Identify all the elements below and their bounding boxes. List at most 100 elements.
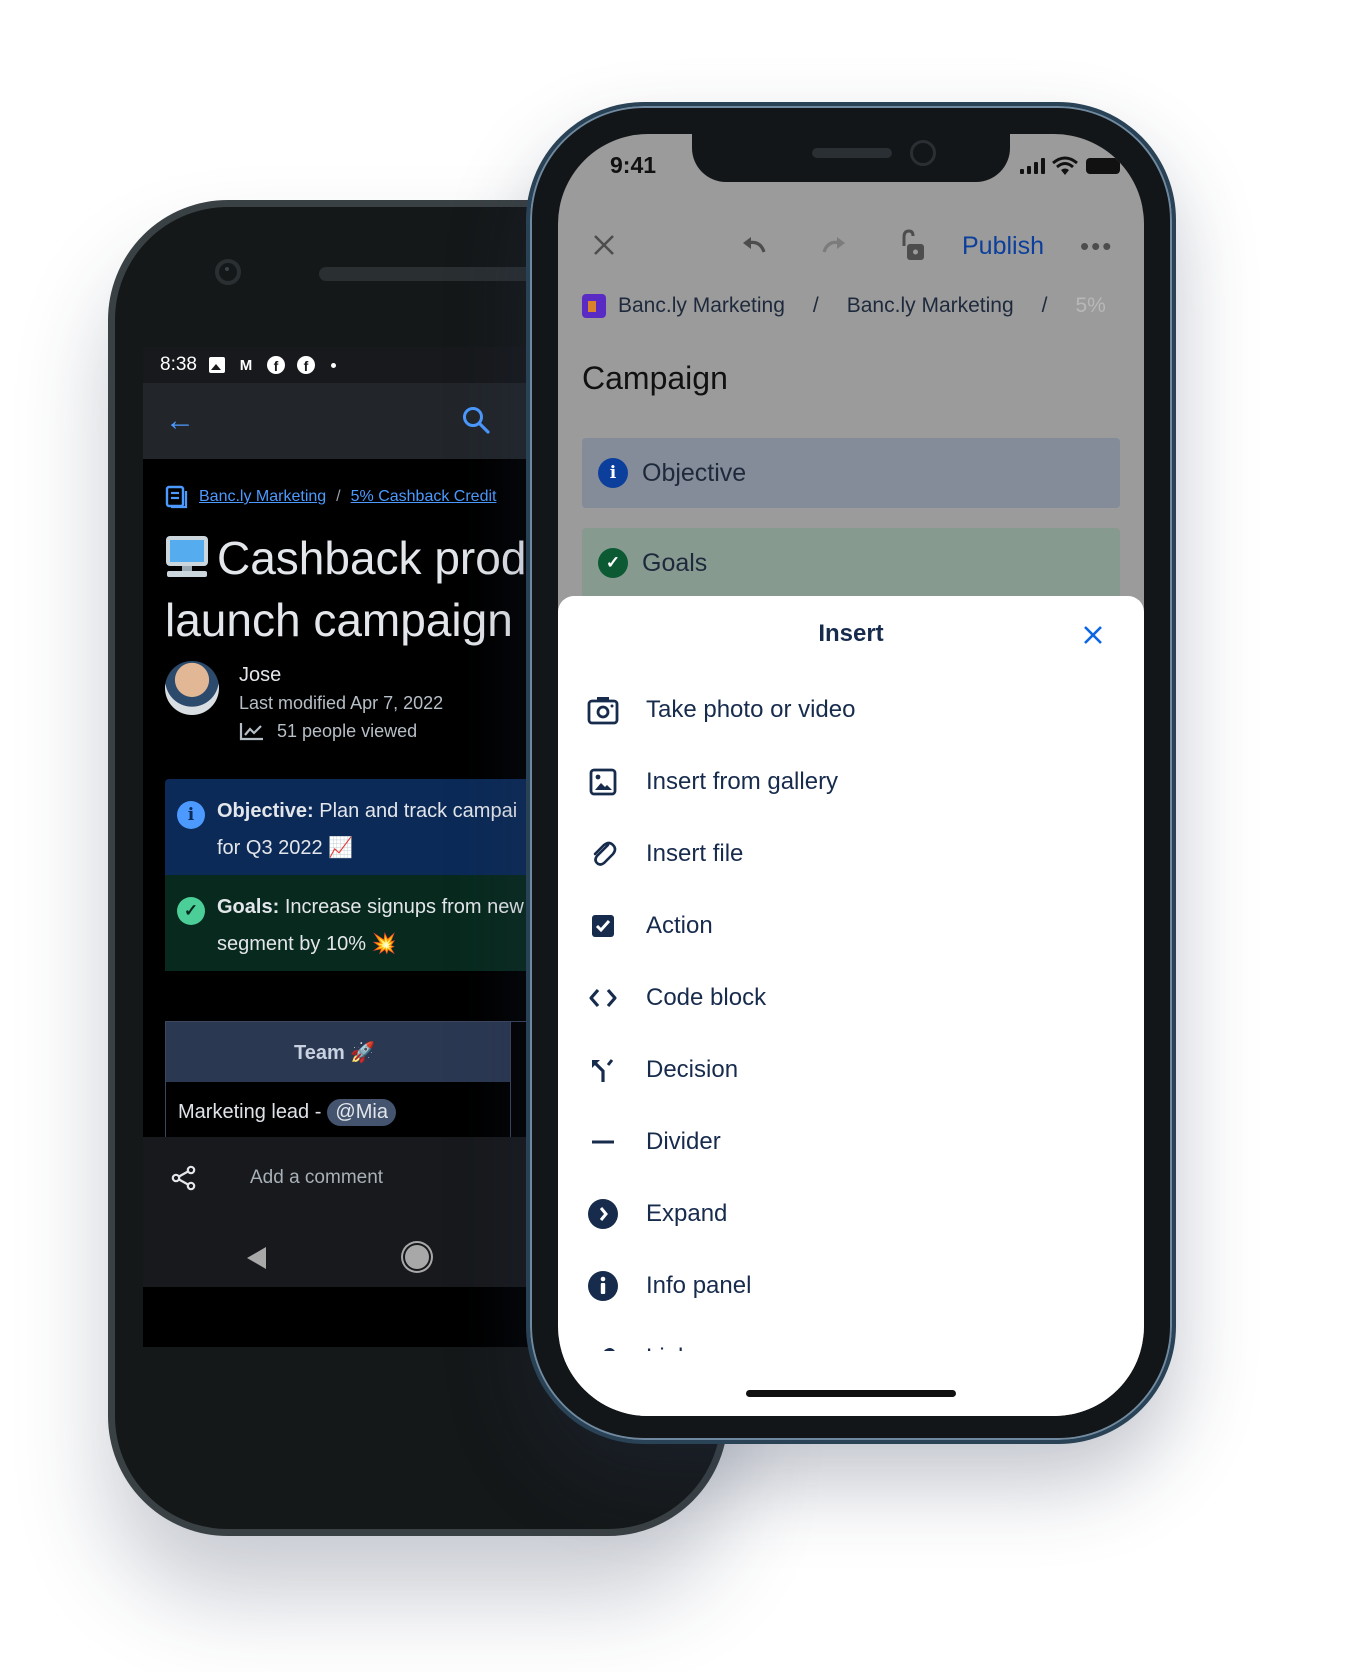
insert-item-label: Info panel: [646, 1272, 752, 1299]
breadcrumb-link-space[interactable]: Banc.ly Marketing: [199, 488, 326, 506]
insert-item-label: Divider: [646, 1128, 721, 1155]
goals-success-panel[interactable]: ✓ Goals: [582, 528, 1120, 598]
insert-item-file[interactable]: Insert file: [558, 818, 1144, 890]
desktop-computer-emoji-icon: [165, 531, 209, 577]
battery-icon: [1086, 158, 1120, 174]
user-mention[interactable]: @Mia: [327, 1098, 396, 1126]
panel-label: Goals: [642, 548, 708, 577]
insert-item-label: Decision: [646, 1056, 739, 1083]
close-icon[interactable]: [1078, 620, 1108, 650]
panel-label: Objective:: [217, 800, 314, 822]
insert-item-label: Action: [646, 912, 713, 939]
more-options-button[interactable]: •••: [1080, 226, 1113, 266]
checkbox-icon: [592, 915, 614, 937]
page-title-line2: launch campaign: [165, 594, 513, 646]
image-icon: [208, 357, 225, 373]
insert-item-label: Expand: [646, 1200, 728, 1227]
facebook-icon: f: [266, 356, 285, 374]
code-icon: [589, 988, 617, 1008]
info-icon: i: [177, 801, 205, 829]
add-comment-input[interactable]: Add a comment: [250, 1167, 383, 1189]
nav-home-icon[interactable]: [405, 1245, 429, 1269]
redo-icon[interactable]: [820, 226, 848, 266]
insert-item-label: Code block: [646, 984, 767, 1011]
author-name[interactable]: Jose: [239, 661, 443, 689]
share-icon[interactable]: [171, 1165, 197, 1191]
publish-button[interactable]: Publish: [962, 226, 1044, 266]
check-circle-icon: ✓: [177, 897, 205, 925]
page-views[interactable]: 51 people viewed: [239, 717, 443, 745]
insert-item-label: Insert file: [646, 840, 744, 867]
undo-icon[interactable]: [740, 226, 768, 266]
android-app-bar: ←: [143, 383, 563, 459]
comment-bar: Add a comment: [143, 1137, 563, 1287]
sheet-title: Insert: [818, 620, 884, 647]
status-time: 8:38: [160, 354, 197, 375]
divider-icon: [592, 1140, 614, 1144]
iphone-screen: 9:41 Publish ••• Banc.ly Marketing / Ban…: [558, 134, 1144, 1416]
breadcrumb-separator: /: [336, 488, 341, 505]
paperclip-icon: [593, 841, 617, 866]
insert-item-info-panel[interactable]: Info panel: [558, 1250, 1144, 1322]
page-title: Cashback produ launch campaign: [165, 527, 563, 651]
panel-text: Plan and track campai: [319, 800, 518, 822]
gallery-icon: [589, 768, 617, 796]
insert-item-label: Take photo or video: [646, 696, 856, 723]
breadcrumb-item-page[interactable]: 5%: [1076, 294, 1106, 318]
breadcrumb-separator: /: [1041, 294, 1048, 317]
cellular-signal-icon: [1020, 158, 1045, 174]
breadcrumb: Banc.ly Marketing / Banc.ly Marketing / …: [582, 294, 1106, 318]
info-icon: [588, 1271, 618, 1301]
insert-item-take-photo[interactable]: Take photo or video: [558, 674, 1144, 746]
info-icon: i: [598, 458, 628, 488]
panel-text-line2: segment by 10% 💥: [217, 933, 397, 955]
insert-item-divider[interactable]: Divider: [558, 1106, 1144, 1178]
table-row: Marketing lead - @Mia: [166, 1082, 511, 1142]
page-title[interactable]: Campaign: [582, 360, 728, 397]
objective-info-panel[interactable]: i Objective: [582, 438, 1120, 508]
insert-item-label: Insert from gallery: [646, 768, 839, 795]
avatar[interactable]: [165, 661, 219, 715]
search-icon[interactable]: [461, 405, 491, 435]
breadcrumb: Banc.ly Marketing / 5% Cashback Credit: [165, 485, 563, 509]
page-byline: Jose Last modified Apr 7, 2022 51 people…: [165, 661, 563, 745]
camera-icon: [587, 697, 619, 725]
home-indicator[interactable]: [746, 1390, 956, 1397]
arrow-left-icon[interactable]: ←: [165, 403, 195, 439]
breadcrumb-item-parent[interactable]: Banc.ly Marketing: [847, 294, 1014, 318]
views-count: 51 people viewed: [277, 721, 418, 741]
insert-item-code-block[interactable]: Code block: [558, 962, 1144, 1034]
last-modified: Last modified Apr 7, 2022: [239, 693, 444, 713]
notification-dot-icon: [330, 362, 336, 368]
breadcrumb-link-parent[interactable]: 5% Cashback Credit: [351, 488, 497, 506]
panel-text: Increase signups from new: [284, 896, 524, 918]
wifi-icon: [1052, 156, 1078, 175]
insert-item-gallery[interactable]: Insert from gallery: [558, 746, 1144, 818]
decision-icon: [592, 1059, 614, 1082]
front-camera: [215, 259, 241, 285]
editor-toolbar: Publish •••: [558, 226, 1144, 266]
insert-item-expand[interactable]: Expand: [558, 1178, 1144, 1250]
insert-item-action[interactable]: Action: [558, 890, 1144, 962]
gmail-icon: M: [239, 356, 253, 374]
sheet-scroll-mask: [558, 1351, 1144, 1416]
status-time: 9:41: [610, 152, 657, 178]
close-icon[interactable]: [592, 226, 616, 266]
table-header-team: Team 🚀: [166, 1022, 511, 1082]
space-logo-icon: [582, 294, 606, 318]
breadcrumb-separator: /: [812, 294, 819, 317]
notch: [692, 134, 1010, 182]
insert-item-decision[interactable]: Decision: [558, 1034, 1144, 1106]
facebook-icon: f: [296, 356, 315, 374]
android-screen: 8:38 M f f ← Banc.ly Marketing / 5% Cash…: [143, 347, 563, 1347]
nav-back-icon[interactable]: [247, 1247, 266, 1269]
unlock-icon[interactable]: [898, 226, 926, 266]
insert-bottom-sheet: Insert Take photo or video Insert from g…: [558, 596, 1144, 1416]
front-camera: [910, 140, 936, 166]
iphone: 9:41 Publish ••• Banc.ly Marketing / Ban…: [526, 102, 1176, 1444]
panel-label: Objective: [642, 458, 747, 487]
goals-success-panel: ✓ Goals: Increase signups from new segme…: [165, 875, 563, 971]
expand-icon: [588, 1199, 618, 1229]
analytics-icon: [239, 723, 263, 741]
breadcrumb-item-space[interactable]: Banc.ly Marketing: [618, 294, 785, 318]
